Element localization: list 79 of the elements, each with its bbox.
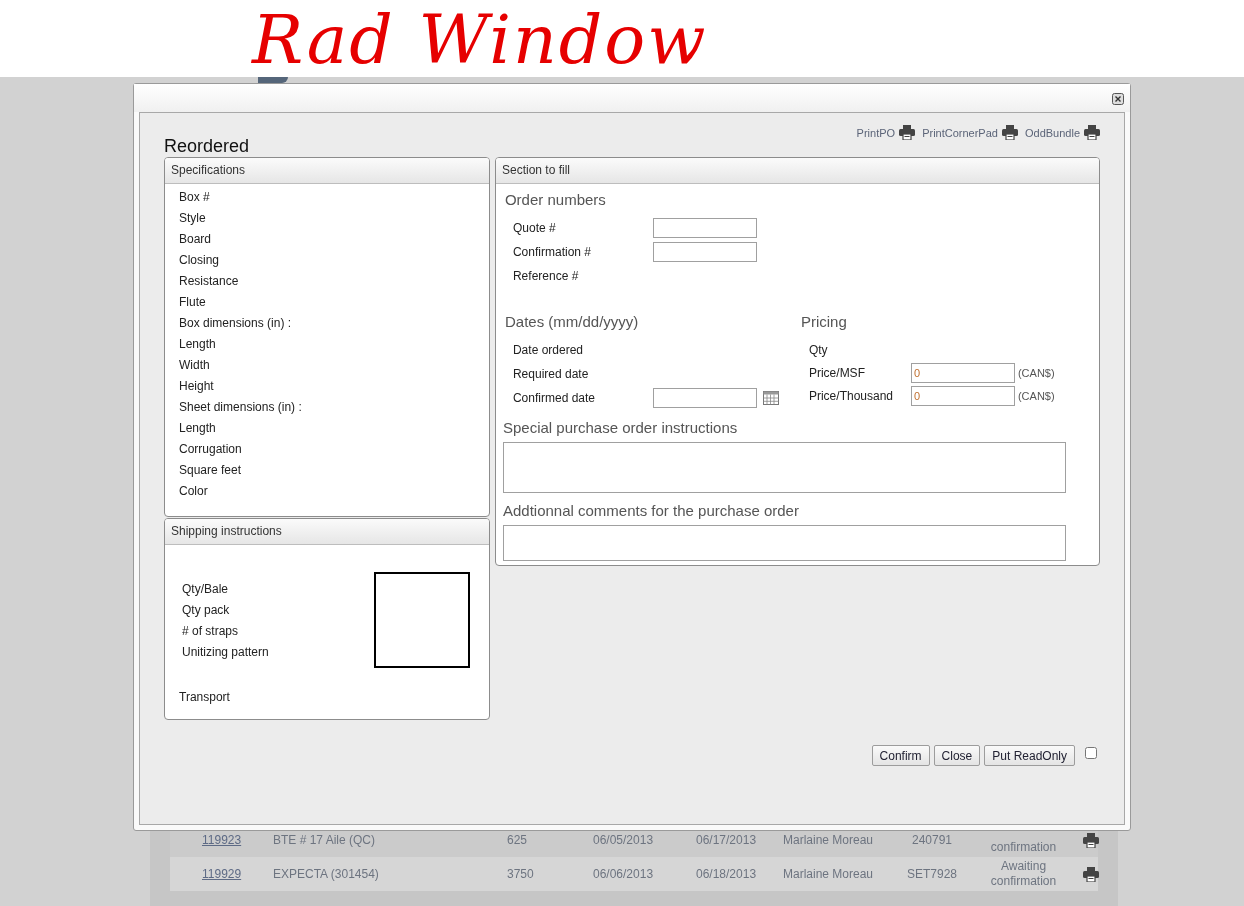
unit-label: (CAN$) [1017,389,1055,402]
field-label: Length [179,336,217,353]
table-cell: Marlaine Moreau [783,833,874,847]
dialog-button[interactable]: Confirm [871,745,930,766]
logo-shape [258,77,288,83]
field-label: Box dimensions (in) : [179,315,293,332]
table-cell: confirmation [990,839,1057,854]
dialog-button[interactable]: Put ReadOnly [984,745,1075,766]
panel-header: Section to fill [495,158,1099,184]
table-cell: 06/17/2013 [696,833,757,847]
input-field[interactable] [652,242,757,262]
field-label: Confirmation # [512,245,592,259]
table-cell: Marlaine Moreau [783,867,874,881]
field-label: Unitizing pattern [182,644,269,661]
field-label: Box # [179,189,211,206]
order-link[interactable]: 119923 [202,833,242,847]
close-icon[interactable] [1112,92,1124,105]
table-cell: EXPECTA (301454) [273,867,379,881]
field-label: Price/MSF [808,365,866,380]
handwritten-annotation: Rad Window [252,0,708,80]
input-field[interactable]: 0 [910,362,1015,383]
field-label: # of straps [182,623,240,640]
field-label: Price/Thousand [808,388,894,403]
readonly-checkbox[interactable] [1085,747,1097,759]
field-label: Resistance [179,273,240,290]
field-label: Height [179,378,215,395]
table-cell: 06/05/2013 [593,833,654,847]
table-cell: 240791 [911,833,952,847]
field-label: Quote # [512,221,557,235]
field-label: Date ordered [512,343,584,357]
field-label: Reference # [512,269,580,283]
section-heading: Order numbers [504,190,607,210]
table-cell: 06/06/2013 [593,867,654,881]
print-link[interactable]: PrintPO [856,126,896,139]
input-field[interactable] [652,388,757,408]
section-heading: Pricing [800,312,848,332]
field-label: Qty/Bale [182,581,230,598]
unit-label: (CAN$) [1017,366,1055,379]
field-label: Board [179,231,213,248]
table-cell: BTE # 17 Aile (QC) [273,833,376,847]
field-label: Width [179,357,211,374]
field-label: Color [179,483,209,500]
field-label: Transport [179,689,231,706]
section-heading: Special purchase order instructions [502,418,739,438]
field-label: Qty pack [182,602,231,619]
table-cell: SET7928 [906,867,957,881]
field-label: Closing [179,252,221,269]
order-link[interactable]: 119929 [202,867,242,881]
field-label: Flute [179,294,207,311]
printer-icon[interactable] [899,125,916,140]
calendar-icon[interactable] [762,391,779,405]
table-cell: 3750 [507,867,534,881]
text-area[interactable] [502,525,1066,561]
printer-icon[interactable] [1083,866,1099,882]
printer-icon[interactable] [1083,832,1099,848]
field-label: Length [179,420,217,437]
panel-header: Shipping instructions [165,519,489,545]
input-field[interactable]: 0 [910,385,1015,406]
table-cell: 625 [507,833,528,847]
printer-icon[interactable] [1001,125,1018,140]
field-label: Required date [512,367,590,381]
field-label: Qty [808,342,829,357]
text-area[interactable] [502,442,1066,493]
print-link[interactable]: PrintCornerPad [922,126,998,139]
table-cell: 06/18/2013 [696,867,757,881]
panel-header: Specifications [165,158,489,184]
dialog-heading: Reordered [164,136,250,157]
field-label: Corrugation [179,441,243,458]
print-link[interactable]: OddBundle [1024,126,1080,139]
field-label: Style [179,210,207,227]
section-heading: Dates (mm/dd/yyyy) [504,312,640,332]
dialog-button[interactable]: Close [933,745,981,766]
field-label: Confirmed date [512,391,596,405]
field-label: Sheet dimensions (in) : [179,399,303,416]
printer-icon[interactable] [1084,125,1100,140]
input-field[interactable] [652,218,757,238]
table-cell: Awaiting confirmation [990,859,1057,888]
field-label: Square feet [179,462,243,479]
section-heading: Addtionnal comments for the purchase order [502,501,800,521]
